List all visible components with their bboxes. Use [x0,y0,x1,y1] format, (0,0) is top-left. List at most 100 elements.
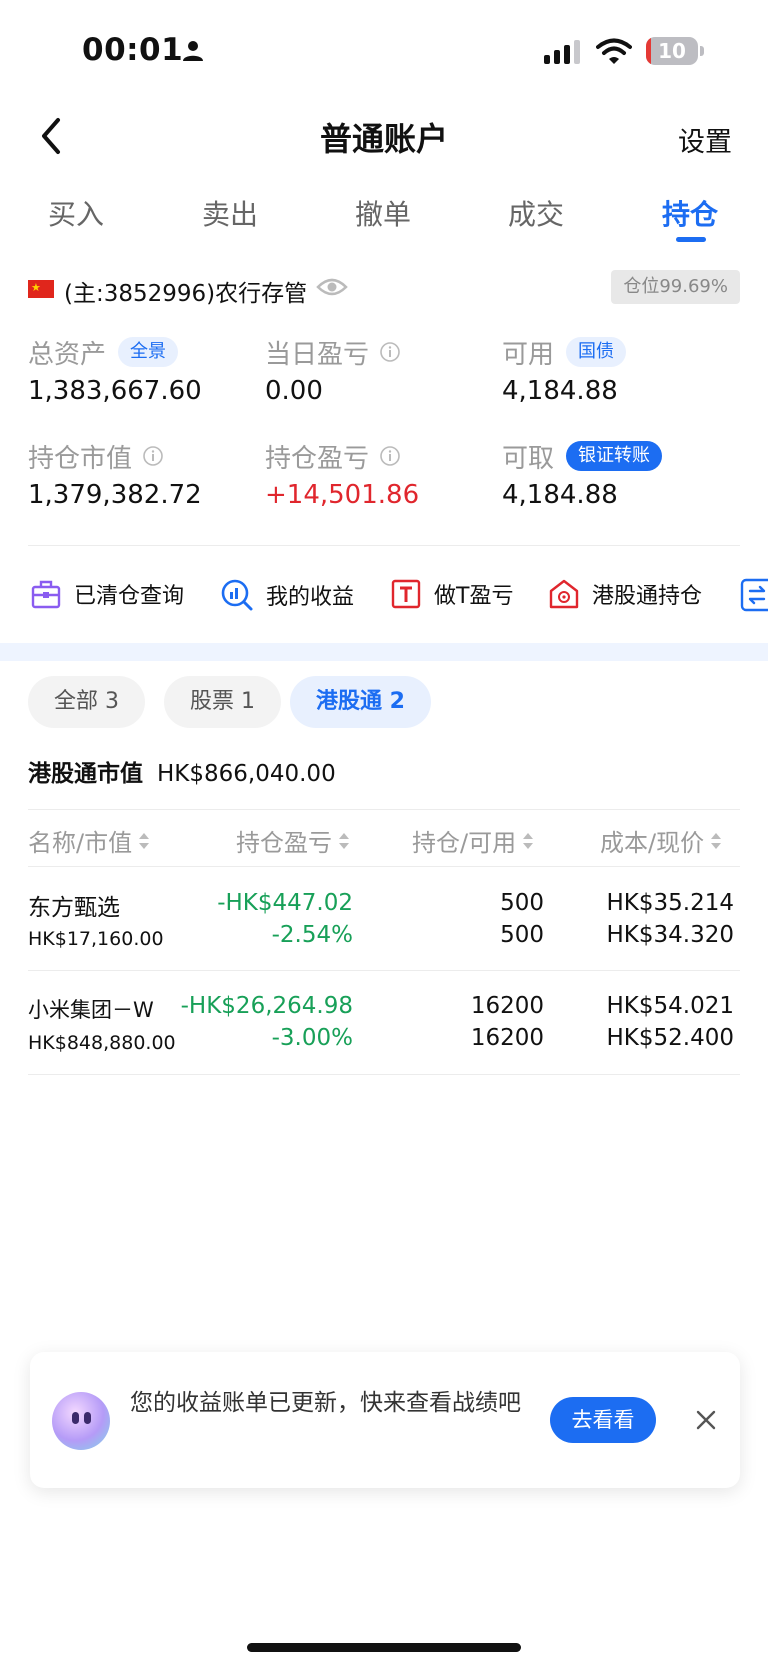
eye-icon[interactable] [316,276,348,298]
stock-price: HK$52.400 [606,1025,735,1051]
quick-link-label: 做T盈亏 [434,584,514,609]
quick-link-label: 港股通持仓 [592,584,703,609]
metric-label: 可用 [502,339,555,370]
cellular-signal-icon [544,40,580,64]
battery-level: 10 [658,39,686,63]
market-summary-label: 港股通市值 [28,761,143,787]
tab-buy[interactable]: 买入 [26,193,126,233]
stock-available: 500 [500,922,544,948]
stock-market-value: HK$848,880.00 [28,1032,176,1054]
page-title: 普通账户 [319,120,448,158]
stock-quantity: 16200 [470,993,544,1019]
treasury-bond-button[interactable]: 国债 [566,337,627,367]
divider [28,545,740,546]
sort-icon [339,832,349,849]
metric-value: 1,379,382.72 [28,480,202,510]
info-icon[interactable] [379,445,401,467]
wifi-icon [596,38,632,64]
exchange-icon[interactable] [740,578,768,612]
person-icon [183,41,203,61]
market-summary: 港股通市值 HK$866,040.00 [28,754,336,788]
column-label: 持仓盈亏 [236,829,332,857]
battery-indicator: 10 [646,37,698,65]
sort-icon [523,832,534,849]
metric-daily-pnl: 当日盈亏 0.00 [265,334,495,406]
stock-market-value: HK$17,160.00 [28,928,164,950]
column-quantity[interactable]: 持仓/可用 [412,823,534,858]
stock-cost: HK$54.021 [606,993,735,1019]
metric-value: 1,383,667.60 [28,376,202,406]
quick-link-label: 我的收益 [266,585,355,610]
hk-flower-icon [549,579,579,609]
close-icon[interactable] [694,1408,718,1432]
info-icon[interactable] [379,341,401,363]
metric-withdrawable: 可取 银证转账 4,184.88 [502,438,732,510]
stock-pnl-percent: -3.00% [271,1025,353,1051]
column-label: 成本/现价 [600,829,705,857]
column-pnl[interactable]: 持仓盈亏 [236,823,350,858]
stock-pnl: -HK$447.02 [217,890,353,916]
tab-holdings[interactable]: 持仓 [640,193,740,233]
quick-link-cleared[interactable]: 已清仓查询 [30,578,184,610]
tab-active-underline [676,237,706,242]
stock-quantity: 500 [500,890,544,916]
metric-label: 当日盈亏 [265,339,370,370]
metric-value: 4,184.88 [502,376,618,406]
bank-transfer-button[interactable]: 银证转账 [566,441,663,471]
home-indicator [247,1643,521,1652]
quick-link-t-trading[interactable]: 做T盈亏 [390,578,513,610]
stock-pnl: -HK$26,264.98 [180,993,353,1019]
t-box-icon [391,579,421,609]
tab-deals[interactable]: 成交 [486,193,586,233]
filter-all[interactable]: 全部 3 [28,676,145,728]
filter-stocks[interactable]: 股票 1 [164,676,281,728]
china-flag-icon: ★ [28,280,54,298]
section-separator [0,643,768,661]
metric-holding-pnl: 持仓盈亏 +14,501.86 [265,438,495,511]
stock-pnl-percent: -2.54% [271,922,353,948]
quick-link-earnings[interactable]: 我的收益 [220,578,354,612]
sort-icon [139,832,150,849]
settings-button[interactable]: 设置 [678,120,732,159]
mascot-avatar [52,1392,110,1450]
view-earnings-button[interactable]: 去看看 [550,1397,656,1443]
column-name[interactable]: 名称/市值 [28,823,150,858]
metric-total-assets: 总资产 全景 1,383,667.60 [28,334,258,406]
metric-market-value: 持仓市值 1,379,382.72 [28,438,258,511]
metric-value: +14,501.86 [265,480,420,510]
toast-message: 您的收益账单已更新，快来查看战绩吧 [130,1390,521,1416]
info-icon[interactable] [142,445,164,467]
quick-links: 已清仓查询 我的收益 做T盈亏 港股通持仓 [0,572,768,622]
divider [28,866,740,867]
stock-price: HK$34.320 [606,922,735,948]
metric-value: 0.00 [265,376,323,406]
account-row: ★ (主:3852996)农行存管 仓位99.69% [28,270,740,310]
nav-bar: 普通账户 设置 [0,100,768,170]
sort-icon [711,832,722,849]
column-label: 持仓/可用 [412,829,517,857]
status-time: 00:01 [82,32,184,68]
chart-search-icon [221,579,253,611]
quick-link-hk-connect[interactable]: 港股通持仓 [548,578,702,610]
stock-available: 16200 [470,1025,544,1051]
stock-cost: HK$35.214 [606,890,735,916]
stock-name: 东方甄选 [28,895,120,921]
trade-tabs: 买入 卖出 撤单 成交 持仓 [0,185,768,245]
metric-label: 总资产 [28,339,107,370]
stock-name: 小米集团－W [28,998,154,1022]
position-ratio-badge: 仓位99.69% [611,270,740,304]
tab-cancel[interactable]: 撤单 [333,193,433,233]
tab-sell[interactable]: 卖出 [180,193,280,233]
column-label: 名称/市值 [28,829,133,857]
briefcase-icon [31,580,61,609]
overview-button[interactable]: 全景 [118,337,179,367]
metric-available: 可用 国债 4,184.88 [502,334,732,406]
metric-label: 持仓盈亏 [265,443,370,474]
filter-hk-connect[interactable]: 港股通 2 [290,676,431,728]
account-label[interactable]: (主:3852996)农行存管 [64,274,307,308]
metric-label: 持仓市值 [28,443,133,474]
battery-cap [700,46,704,56]
divider [28,809,740,810]
column-cost-price[interactable]: 成本/现价 [600,823,722,858]
earnings-toast: 您的收益账单已更新，快来查看战绩吧 去看看 [30,1352,740,1488]
